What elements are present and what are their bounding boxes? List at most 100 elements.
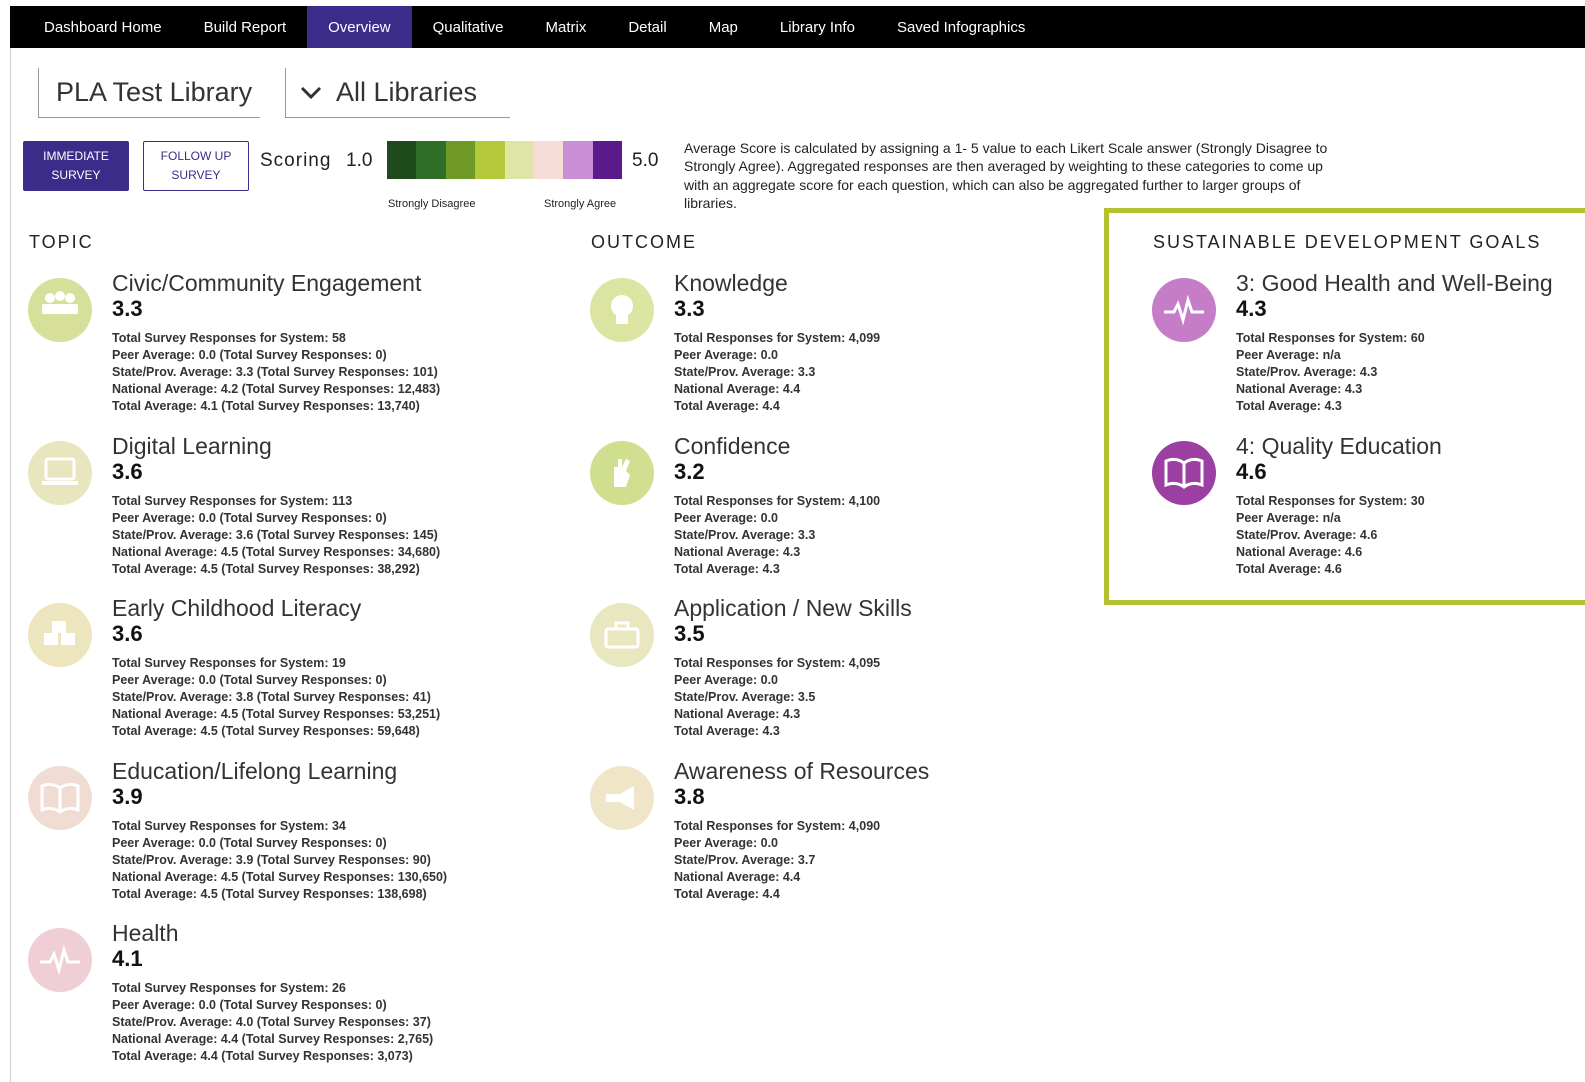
nav-overview[interactable]: Overview: [307, 6, 412, 48]
outcome-stats: Total Responses for System: 4,090 Peer Av…: [674, 818, 880, 903]
topic-stat-line: Total Survey Responses for System: 34: [112, 818, 346, 833]
outcome-stat-line: National Average: 4.4: [674, 869, 801, 884]
outcome-stat-line: Total Average: 4.3: [674, 724, 780, 738]
topic-stats: Total Survey Responses for System: 113 Pe…: [112, 493, 440, 578]
topic-stat-line: State/Prov. Average: 3.8 (Total Survey R…: [112, 690, 431, 704]
sdg-stat-line: Total Responses for System: 30: [1236, 493, 1425, 508]
topic-stat-line: National Average: 4.2 (Total Survey Resp…: [112, 382, 441, 396]
sdg-stat-line: State/Prov. Average: 4.6: [1236, 527, 1378, 542]
outcome-stat-line: Total Responses for System: 4,095: [674, 656, 881, 670]
nav-saved-infographics[interactable]: Saved Infographics: [876, 6, 1046, 48]
outcome-stat-line: National Average: 4.3: [674, 707, 801, 721]
sdg-stat-line: Total Average: 4.6: [1236, 561, 1342, 576]
toolbox-icon: [590, 603, 654, 667]
heartbeat-icon: [28, 928, 92, 992]
outcome-stats: Total Responses for System: 4,100 Peer Av…: [674, 493, 880, 578]
topic-stat-line: State/Prov. Average: 4.0 (Total Survey R…: [112, 1015, 431, 1029]
topic-score: 3.6: [112, 621, 143, 646]
book-icon: [1152, 440, 1216, 505]
topic-score: 3.6: [112, 458, 143, 484]
head-icon: [590, 278, 654, 342]
nav-library-info[interactable]: Library Info: [759, 6, 876, 48]
topic-title: Civic/Community Engagement: [112, 270, 422, 296]
outcome-stat-line: State/Prov. Average: 3.3: [674, 527, 816, 542]
topic-stat-line: National Average: 4.5 (Total Survey Resp…: [112, 544, 441, 559]
outcome-stat-line: National Average: 4.4: [674, 382, 801, 396]
topic-stat-line: Total Average: 4.1 (Total Survey Respons…: [112, 399, 420, 413]
chevron-down-icon: [300, 86, 322, 99]
blocks-icon: [28, 603, 92, 667]
sdg-stat-line: Total Average: 4.3: [1236, 399, 1342, 413]
sdg-stat-line: Peer Average: n/a: [1236, 510, 1341, 525]
sdg-title: 3: Good Health and Well-Being: [1236, 270, 1553, 296]
scale-swatch: [387, 141, 417, 179]
outcome-title: Confidence: [674, 432, 791, 459]
topic-score: 3.3: [112, 296, 143, 321]
scale-swatch: [533, 141, 564, 179]
outcome-stat-line: Total Average: 4.4: [674, 886, 780, 901]
sdg-stats: Total Responses for System: 60 Peer Avera…: [1236, 330, 1425, 415]
top-navigation: Dashboard Home Build Report Overview Qua…: [10, 6, 1585, 48]
outcome-stats: Total Responses for System: 4,095 Peer Av…: [674, 655, 880, 740]
topic-stat-line: National Average: 4.5 (Total Survey Resp…: [112, 707, 441, 721]
outcome-score: 3.2: [674, 458, 705, 484]
heartbeat-icon: [1152, 278, 1216, 342]
outcome-stat-line: State/Prov. Average: 3.5: [674, 690, 816, 704]
topic-title: Digital Learning: [112, 432, 272, 459]
sdg-stats: Total Responses for System: 30 Peer Avera…: [1236, 493, 1425, 578]
outcome-stat-line: Total Responses for System: 4,099: [674, 331, 881, 345]
topic-stat-line: National Average: 4.5 (Total Survey Resp…: [112, 869, 448, 884]
topic-title: Health: [112, 920, 179, 946]
outcome-heading: OUTCOME: [591, 232, 697, 252]
hand-icon: [590, 440, 654, 505]
outcome-stats: Total Responses for System: 4,099 Peer Av…: [674, 330, 880, 415]
sdg-heading: SUSTAINABLE DEVELOPMENT GOALS: [1153, 232, 1542, 252]
topic-stat-line: Peer Average: 0.0 (Total Survey Response…: [112, 673, 387, 687]
scale-swatch: [475, 141, 505, 179]
topic-stat-line: Total Average: 4.5 (Total Survey Respons…: [112, 561, 420, 576]
nav-detail[interactable]: Detail: [607, 6, 687, 48]
scale-swatch: [563, 141, 593, 179]
sdg-stat-line: National Average: 4.3: [1236, 382, 1363, 396]
outcome-score: 3.8: [674, 783, 705, 809]
topic-score: 4.1: [112, 946, 143, 971]
sdg-stat-line: State/Prov. Average: 4.3: [1236, 365, 1378, 379]
topic-stat-line: State/Prov. Average: 3.9 (Total Survey R…: [112, 852, 431, 867]
comparison-selector[interactable]: All Libraries: [285, 68, 510, 118]
follow-up-survey-button[interactable]: FOLLOW UP SURVEY: [143, 141, 249, 191]
topic-stats: Total Survey Responses for System: 19 Pee…: [112, 655, 440, 740]
outcome-score: 3.3: [674, 296, 705, 321]
outcome-stat-line: State/Prov. Average: 3.7: [674, 852, 816, 867]
book-icon: [28, 765, 92, 830]
topic-stats: Total Survey Responses for System: 26 Pee…: [112, 980, 433, 1065]
nav-map[interactable]: Map: [688, 6, 759, 48]
score-explanation: Average Score is calculated by assigning…: [684, 140, 1328, 211]
topic-stat-line: Total Average: 4.4 (Total Survey Respons…: [112, 1049, 413, 1063]
comparison-selector-value: All Libraries: [336, 77, 478, 107]
topic-title: Early Childhood Literacy: [112, 595, 362, 621]
nav-dashboard-home[interactable]: Dashboard Home: [10, 6, 183, 48]
outcome-stat-line: Total Average: 4.4: [674, 399, 780, 413]
scale-swatch: [504, 141, 534, 179]
outcome-score: 3.5: [674, 621, 705, 646]
scoring-min: 1.0: [346, 150, 373, 171]
sdg-stat-line: National Average: 4.6: [1236, 544, 1363, 559]
people-icon: [28, 278, 92, 342]
outcome-stat-line: Peer Average: 0.0: [674, 510, 778, 525]
sdg-score: 4.6: [1236, 458, 1267, 484]
immediate-survey-button[interactable]: IMMEDIATE SURVEY: [23, 141, 129, 191]
topic-stat-line: Total Survey Responses for System: 58: [112, 331, 346, 345]
nav-build-report[interactable]: Build Report: [183, 6, 308, 48]
topic-stat-line: Peer Average: 0.0 (Total Survey Response…: [112, 510, 387, 525]
nav-qualitative[interactable]: Qualitative: [412, 6, 525, 48]
topic-score: 3.9: [112, 783, 143, 809]
topic-stat-line: Peer Average: 0.0 (Total Survey Response…: [112, 835, 387, 850]
nav-matrix[interactable]: Matrix: [525, 6, 608, 48]
library-selector[interactable]: PLA Test Library: [38, 68, 260, 118]
topic-stat-line: Peer Average: 0.0 (Total Survey Response…: [112, 348, 387, 362]
topic-stat-line: Total Survey Responses for System: 113: [112, 493, 353, 508]
sdg-stat-line: Peer Average: n/a: [1236, 348, 1341, 362]
topic-stats: Total Survey Responses for System: 58 Pee…: [112, 330, 440, 415]
topic-title: Education/Lifelong Learning: [112, 757, 398, 784]
outcome-stat-line: Peer Average: 0.0: [674, 673, 778, 687]
